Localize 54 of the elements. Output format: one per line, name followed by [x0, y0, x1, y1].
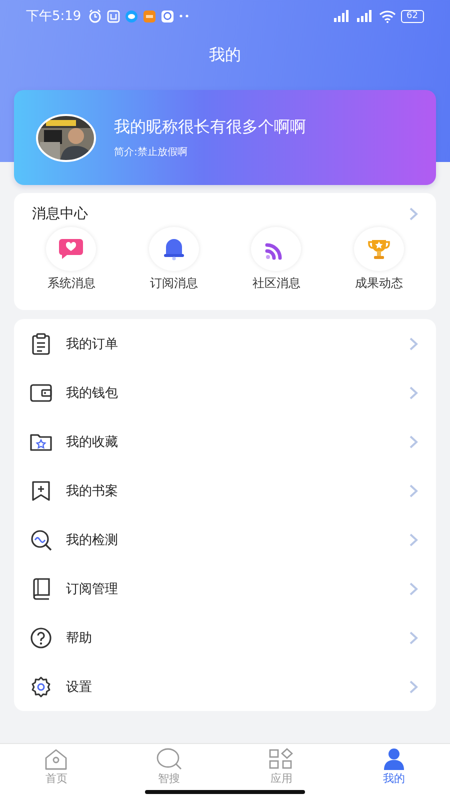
- message-category-label: 成果动态: [354, 275, 403, 292]
- chevron-right-icon: [409, 582, 418, 596]
- wallet-icon: [30, 382, 52, 402]
- home-icon: [44, 748, 68, 770]
- chevron-right-icon: [409, 680, 418, 694]
- star-folder-icon: [30, 432, 52, 452]
- menu-item[interactable]: 我的订单: [14, 319, 436, 368]
- message-category-button[interactable]: [46, 227, 96, 271]
- book-icon: [31, 578, 51, 600]
- message-category-label: 社区消息: [252, 275, 300, 292]
- bell-icon: [162, 237, 186, 261]
- trophy-icon: [366, 237, 391, 261]
- chevron-right-icon: [409, 336, 418, 350]
- app-notification-icon: [143, 10, 156, 22]
- message-icon: [161, 10, 174, 22]
- menu-item[interactable]: 我的收藏: [14, 417, 436, 466]
- user-icon: [382, 748, 406, 770]
- apps-grid-icon: [269, 748, 294, 770]
- message-category-label: 系统消息: [47, 275, 96, 292]
- question-circle-icon: [30, 626, 52, 648]
- page-title: 我的: [208, 44, 242, 66]
- chevron-right-icon: [409, 484, 418, 498]
- heart-message-icon: [58, 238, 84, 260]
- status-time: 下午5:19: [26, 8, 82, 25]
- battery-level: 62: [400, 10, 424, 22]
- message-category-button[interactable]: [251, 227, 302, 271]
- chevron-right-icon: [409, 386, 418, 400]
- chevron-right-icon: [409, 532, 418, 546]
- section-title: 消息中心: [32, 205, 88, 223]
- more-dots-icon: [179, 14, 190, 18]
- message-category-label: 订阅消息: [150, 275, 198, 292]
- menu-item[interactable]: 我的钱包: [14, 368, 436, 417]
- menu-item[interactable]: 我的检测: [14, 515, 436, 564]
- chevron-right-icon: [409, 630, 418, 644]
- bookmark-plus-icon: [31, 480, 51, 502]
- clipboard-icon: [31, 332, 51, 354]
- menu-item[interactable]: 帮助: [14, 613, 436, 662]
- nav-tab[interactable]: 我的: [338, 748, 450, 800]
- settings-icon: [30, 676, 52, 698]
- chevron-right-icon: [409, 434, 418, 448]
- nickname: 我的昵称很长有很多个啊啊: [114, 116, 306, 138]
- bio-text: 简介:禁止放假啊: [114, 146, 188, 158]
- signal-icon: [332, 10, 351, 22]
- menu-item[interactable]: 订阅管理: [14, 564, 436, 613]
- nfc-icon: [107, 10, 120, 22]
- menu-item[interactable]: 设置: [14, 662, 436, 711]
- chat-bubble-icon: [125, 10, 138, 22]
- search-icon: [156, 748, 182, 770]
- menu-item[interactable]: 我的书案: [14, 466, 436, 515]
- signal-icon: [356, 10, 374, 22]
- wifi-icon: [378, 10, 396, 22]
- message-category-button[interactable]: [148, 227, 199, 271]
- magnifier-wave-icon: [30, 528, 52, 550]
- alarm-icon: [88, 9, 102, 23]
